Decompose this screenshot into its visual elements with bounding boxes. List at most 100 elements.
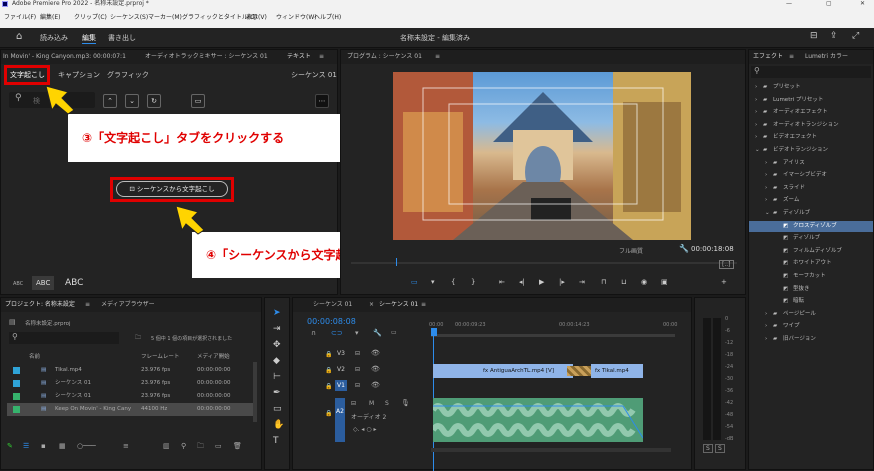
- find-icon[interactable]: ⚲: [181, 442, 186, 450]
- timeline-tab-1[interactable]: シーケンス 01: [313, 298, 352, 312]
- eye-icon[interactable]: 👁: [371, 381, 380, 389]
- solo-right[interactable]: S: [715, 444, 725, 453]
- trash-icon[interactable]: 🗑: [233, 442, 242, 450]
- lumetri-tab[interactable]: Lumetri カラー: [805, 50, 848, 64]
- extract-icon[interactable]: ⊔: [621, 278, 626, 286]
- sync-lock-icon[interactable]: ⊟: [351, 400, 356, 407]
- menu-item-6[interactable]: 表示(V): [246, 8, 267, 28]
- project-row[interactable]: ▤ Keep On Movin' - King Cany 44100 Hz 00:00…: [7, 403, 255, 416]
- timeline-tab-2[interactable]: シーケンス 01: [379, 298, 418, 312]
- label-color-swatch[interactable]: [13, 406, 20, 413]
- fit-frame-icon[interactable]: [..]: [719, 260, 734, 269]
- maximize-icon[interactable]: ▢: [826, 0, 832, 8]
- program-monitor-title[interactable]: プログラム : シーケンス 01: [347, 50, 422, 64]
- effects-tree-item[interactable]: ◩ ディゾルブ: [749, 233, 873, 244]
- quick-export-icon[interactable]: ⊟: [810, 31, 818, 41]
- chevron-right-icon[interactable]: ›: [755, 132, 757, 143]
- effects-tree-item[interactable]: › ▰ 旧バージョン: [749, 334, 873, 345]
- lock-icon[interactable]: 🔒: [325, 351, 332, 358]
- chevron-right-icon[interactable]: ›: [765, 195, 767, 206]
- label-color-swatch[interactable]: [13, 393, 20, 400]
- export-frame-icon[interactable]: ◉: [641, 278, 647, 286]
- solo-button[interactable]: S: [385, 400, 389, 407]
- more-options-icon[interactable]: ⋯: [315, 94, 329, 108]
- play-icon[interactable]: ▶: [539, 278, 544, 286]
- track-v2-label[interactable]: V2: [337, 366, 345, 373]
- effects-tree-item[interactable]: ◩ クロスディゾルブ: [749, 220, 873, 232]
- solo-left[interactable]: S: [703, 444, 713, 453]
- lock-icon[interactable]: 🔒: [325, 367, 332, 374]
- lift-icon[interactable]: ⊓: [601, 278, 606, 286]
- effects-tree-item[interactable]: ◩ フィルムディゾルブ: [749, 246, 873, 257]
- step-back-icon[interactable]: ◂|: [519, 278, 525, 286]
- label-color-swatch[interactable]: [13, 367, 20, 374]
- clip-tikal[interactable]: fx Tikal.mp4: [591, 364, 643, 378]
- chevron-right-icon[interactable]: ›: [765, 309, 767, 320]
- effects-tree-item[interactable]: › ▰ ワイプ: [749, 321, 873, 332]
- sync-lock-icon[interactable]: ⊟: [355, 382, 360, 389]
- chevron-right-icon[interactable]: ›: [755, 82, 757, 93]
- effects-tree-item[interactable]: ⌄ ▰ ディゾルブ: [749, 208, 873, 219]
- effects-tree-item[interactable]: › ▰ ビデオエフェクト: [749, 132, 873, 143]
- add-button-icon[interactable]: +: [721, 278, 727, 286]
- new-item-icon[interactable]: ▭: [215, 442, 222, 450]
- playhead-icon[interactable]: [431, 328, 437, 336]
- text-tab[interactable]: テキスト: [287, 50, 311, 64]
- effects-tree-item[interactable]: ◩ 型抜き: [749, 284, 873, 295]
- freeform-view-icon[interactable]: ▦: [59, 442, 66, 450]
- chevron-right-icon[interactable]: ›: [765, 321, 767, 332]
- fullscreen-icon[interactable]: ⤢: [852, 31, 859, 41]
- mute-button[interactable]: M: [369, 400, 374, 407]
- lock-icon[interactable]: 🔒: [325, 410, 332, 417]
- go-out-icon[interactable]: ⇥: [579, 278, 585, 286]
- column-framerate[interactable]: フレームレート: [141, 352, 179, 360]
- label-color-swatch[interactable]: [13, 380, 20, 387]
- panel-menu-icon[interactable]: ≡: [421, 298, 426, 312]
- captions-icon[interactable]: ▭: [391, 329, 397, 336]
- pen-icon[interactable]: ✒: [273, 388, 281, 398]
- go-in-icon[interactable]: ⇤: [499, 278, 505, 286]
- transcribe-sequence-button[interactable]: ⊡ シーケンスから文字起こし: [116, 181, 228, 197]
- chevron-right-icon[interactable]: ›: [765, 334, 767, 345]
- menu-item-2[interactable]: クリップ(C): [74, 8, 107, 28]
- effects-tree-item[interactable]: › ▰ プリセット: [749, 82, 873, 93]
- timeline-scroll[interactable]: [431, 448, 671, 452]
- text-size-medium[interactable]: ABC: [32, 276, 55, 290]
- rectangle-icon[interactable]: ▭: [273, 404, 282, 414]
- quality-select[interactable]: フル画質: [619, 246, 643, 255]
- track-v3-label[interactable]: V3: [337, 350, 345, 357]
- effects-tree-item[interactable]: ◩ ホワイトアウト: [749, 258, 873, 269]
- effects-tab[interactable]: エフェクト: [753, 50, 783, 64]
- column-media-start[interactable]: メディア開始: [197, 352, 230, 360]
- audio-clip[interactable]: [433, 398, 643, 442]
- column-name[interactable]: 名前: [29, 352, 40, 360]
- sync-lock-icon[interactable]: ⊟: [355, 350, 360, 357]
- microphone-icon[interactable]: 🎙: [401, 399, 410, 407]
- slip-icon[interactable]: ⊢: [273, 372, 281, 382]
- type-tool-icon[interactable]: T: [273, 436, 279, 446]
- audio-mixer-tab[interactable]: オーディオトラックミキサー : シーケンス 01: [145, 50, 268, 64]
- effects-tree-item[interactable]: › ▰ オーディオトランジション: [749, 120, 873, 131]
- text-size-large[interactable]: ABC: [65, 278, 83, 288]
- keyframe-nav[interactable]: ◇. ◂ ○ ▸: [353, 426, 377, 433]
- track-select-icon[interactable]: ⇥: [273, 324, 281, 334]
- effects-tree-item[interactable]: ◩ 暗転: [749, 296, 873, 307]
- mark-in-icon[interactable]: {: [451, 278, 455, 286]
- ripple-edit-icon[interactable]: ✥: [273, 340, 281, 350]
- clip-antigua[interactable]: fx AntiguaArchTL.mp4 [V]: [433, 364, 573, 378]
- chevron-right-icon[interactable]: ›: [755, 95, 757, 106]
- home-icon[interactable]: ⌂: [16, 31, 22, 42]
- settings-icon[interactable]: 🔧: [679, 244, 689, 253]
- menu-item-1[interactable]: 編集(E): [40, 8, 60, 28]
- tab-import[interactable]: 読み込み: [40, 33, 68, 43]
- tab-export[interactable]: 書き出し: [108, 33, 136, 43]
- new-bin-footer-icon[interactable]: 🗀: [197, 442, 204, 453]
- refresh-icon[interactable]: ↻: [147, 94, 161, 108]
- effects-tree-item[interactable]: › ▰ アイリス: [749, 158, 873, 169]
- effects-tree-item[interactable]: › ▰ イマーシブビデオ: [749, 170, 873, 181]
- effects-tree-item[interactable]: ◩ モーフカット: [749, 271, 873, 282]
- eye-icon[interactable]: 👁: [371, 349, 380, 357]
- linked-icon[interactable]: ⊂⊃: [331, 329, 343, 337]
- selection-tool-icon[interactable]: ➤: [273, 308, 281, 318]
- project-search[interactable]: ⚲: [9, 332, 119, 344]
